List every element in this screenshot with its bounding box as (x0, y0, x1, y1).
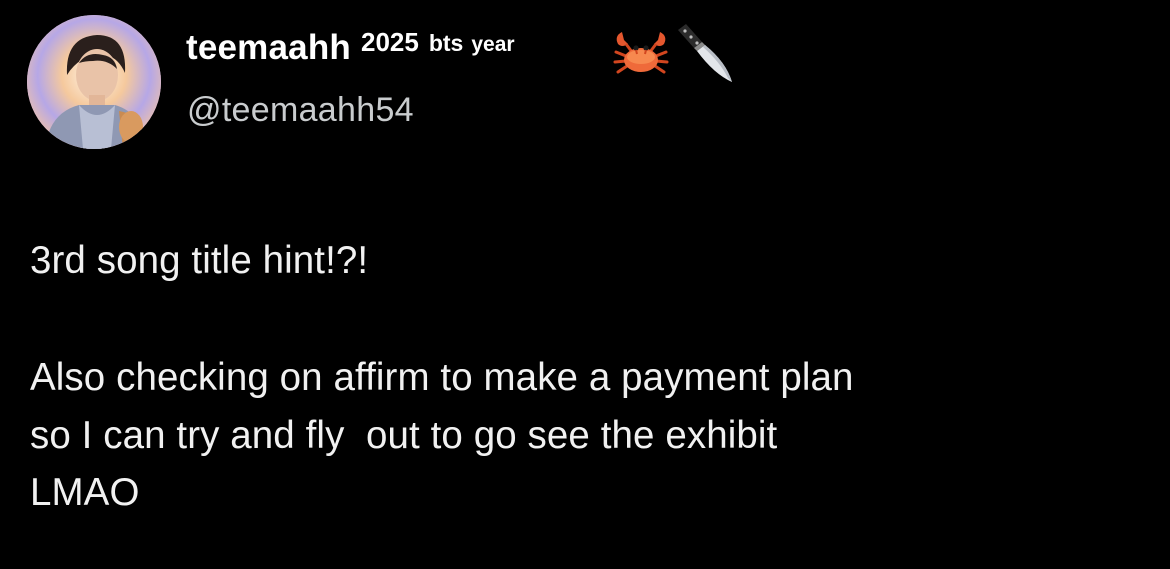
author-handle[interactable]: @teemaahh54 (187, 91, 414, 130)
tweet-text: 3rd song title hint!?! Also checking on … (30, 232, 1150, 522)
avatar-portrait-image (27, 15, 161, 149)
profile-avatar[interactable] (27, 15, 161, 149)
crab-emoji-icon (613, 32, 669, 74)
tweet-text-line: 3rd song title hint!?! (30, 239, 369, 282)
author-name-bts: bts (428, 30, 464, 56)
knife-emoji-icon (678, 24, 732, 82)
tweet-card: teemaahh 2025 bts year @teemaahh54 3rd s… (0, 0, 1170, 569)
author-display-name[interactable]: teemaahh (186, 28, 351, 68)
author-name-row: teemaahh 2025 bts year (186, 27, 515, 80)
tweet-text-line: LMAO (30, 471, 140, 514)
author-name-year: 2025 (361, 27, 419, 57)
author-name-tag: year (471, 33, 515, 56)
tweet-text-line: so I can try and fly out to go see the e… (30, 413, 778, 457)
tweet-text-line: Also checking on affirm to make a paymen… (30, 356, 854, 399)
